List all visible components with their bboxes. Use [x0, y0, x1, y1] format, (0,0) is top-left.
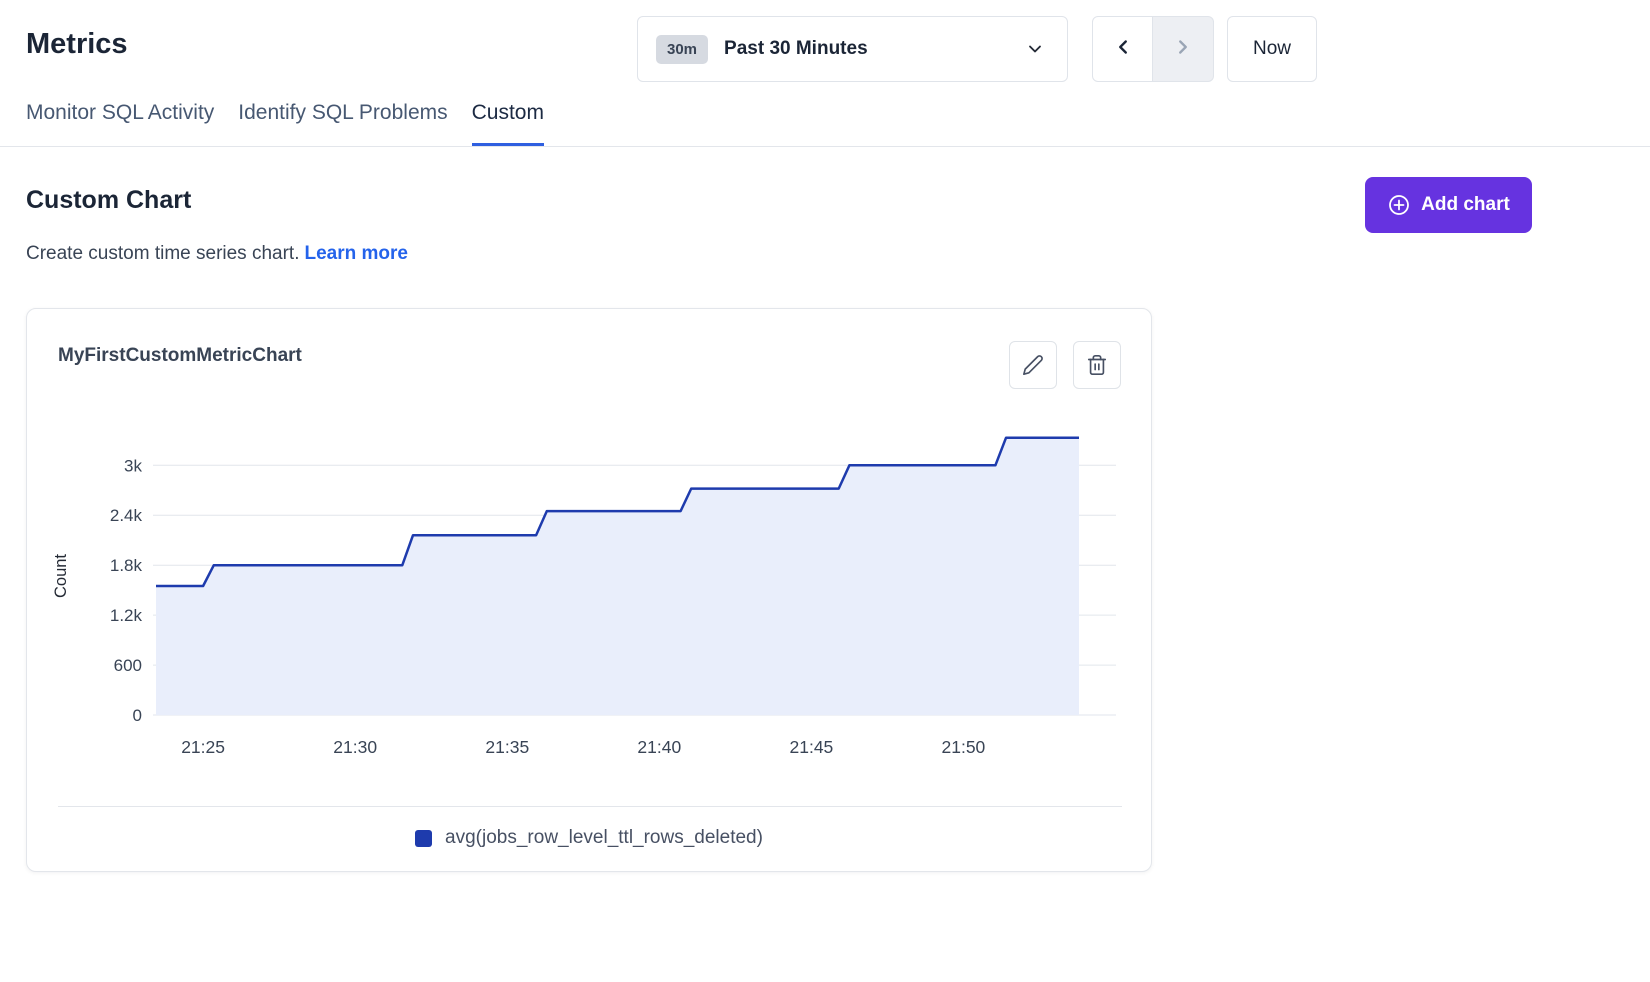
- chart-title: MyFirstCustomMetricChart: [58, 345, 302, 367]
- trash-icon: [1086, 354, 1108, 376]
- time-range-label: Past 30 Minutes: [724, 38, 868, 60]
- svg-text:21:25: 21:25: [181, 737, 225, 757]
- svg-text:1.2k: 1.2k: [110, 606, 143, 625]
- section-description-text: Create custom time series chart.: [26, 243, 299, 264]
- plus-circle-icon: [1387, 193, 1411, 217]
- add-chart-label: Add chart: [1421, 194, 1510, 216]
- svg-text:21:50: 21:50: [942, 737, 986, 757]
- legend-label: avg(jobs_row_level_ttl_rows_deleted): [445, 827, 763, 849]
- tab-monitor-sql-activity[interactable]: Monitor SQL Activity: [26, 101, 214, 146]
- time-range-dropdown[interactable]: 30m Past 30 Minutes: [637, 16, 1068, 82]
- svg-text:21:45: 21:45: [790, 737, 834, 757]
- chevron-right-icon: [1172, 36, 1194, 63]
- svg-text:1.8k: 1.8k: [110, 556, 143, 575]
- tab-custom[interactable]: Custom: [472, 101, 544, 146]
- now-button[interactable]: Now: [1227, 16, 1317, 82]
- pencil-icon: [1022, 354, 1044, 376]
- time-range-badge: 30m: [656, 35, 708, 64]
- section-title: Custom Chart: [26, 186, 191, 215]
- chevron-left-icon: [1112, 36, 1134, 63]
- legend-swatch: [415, 830, 432, 847]
- section-description: Create custom time series chart.Learn mo…: [26, 243, 408, 265]
- tab-identify-sql-problems[interactable]: Identify SQL Problems: [238, 101, 447, 146]
- previous-interval-button[interactable]: [1092, 16, 1153, 82]
- next-interval-button-disabled[interactable]: [1153, 16, 1214, 82]
- chevron-down-icon: [1025, 39, 1045, 59]
- tabs: Monitor SQL Activity Identify SQL Proble…: [0, 101, 1650, 147]
- edit-chart-button[interactable]: [1009, 341, 1057, 389]
- custom-metric-chart-card: MyFirstCustomMetricChart 0 600 1.2k 1.8k 2.4…: [26, 308, 1152, 872]
- delete-chart-button[interactable]: [1073, 341, 1121, 389]
- card-divider: [58, 806, 1122, 807]
- page-title: Metrics: [26, 28, 128, 61]
- chart-legend[interactable]: avg(jobs_row_level_ttl_rows_deleted): [27, 827, 1151, 849]
- learn-more-link[interactable]: Learn more: [304, 243, 407, 264]
- metric-chart: 0 600 1.2k 1.8k 2.4k 3k 21:25 21:30 21:35 21:40 21…: [53, 416, 1123, 766]
- svg-text:0: 0: [133, 706, 142, 725]
- svg-text:Count: Count: [53, 554, 70, 598]
- svg-text:21:40: 21:40: [637, 737, 681, 757]
- svg-text:3k: 3k: [124, 456, 142, 475]
- svg-text:600: 600: [114, 656, 142, 675]
- add-chart-button[interactable]: Add chart: [1365, 177, 1532, 233]
- svg-text:2.4k: 2.4k: [110, 506, 143, 525]
- svg-text:21:30: 21:30: [333, 737, 377, 757]
- svg-text:21:35: 21:35: [485, 737, 529, 757]
- time-pager: [1092, 16, 1214, 82]
